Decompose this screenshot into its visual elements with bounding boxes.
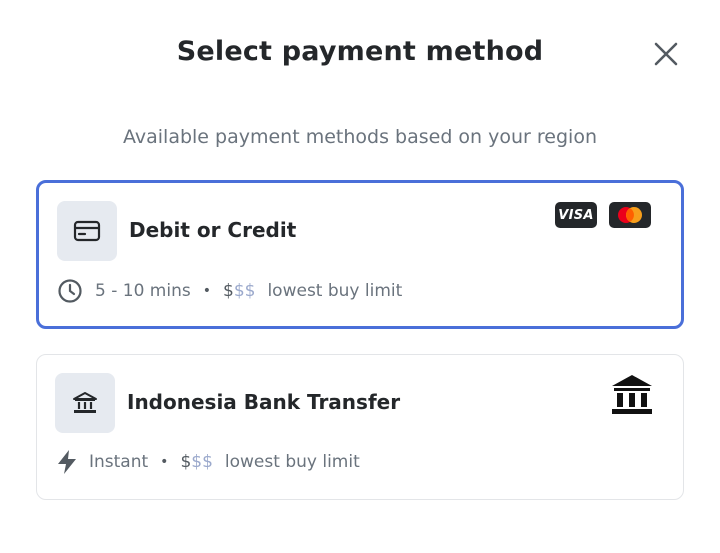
separator-dot: • bbox=[202, 283, 211, 299]
speed-text: 5 - 10 mins bbox=[95, 281, 191, 301]
method-meta: Instant • $ $$ lowest buy limit bbox=[55, 449, 360, 475]
method-meta: 5 - 10 mins • $ $$ lowest buy limit bbox=[57, 278, 402, 304]
price-light: $$ bbox=[191, 452, 213, 472]
close-icon bbox=[654, 42, 678, 66]
lightning-icon bbox=[58, 450, 76, 474]
price-dark: $ bbox=[180, 452, 192, 472]
method-name: Indonesia Bank Transfer bbox=[127, 390, 401, 414]
speed-text: Instant bbox=[89, 452, 149, 472]
payment-method-debit-credit[interactable]: Debit or Credit VISA 5 - 10 mins • $ $$ l… bbox=[36, 180, 684, 329]
separator-dot: • bbox=[160, 454, 169, 470]
price-dark: $ bbox=[222, 281, 234, 301]
limit-text: lowest buy limit bbox=[224, 452, 360, 472]
page-title: Select payment method bbox=[176, 36, 544, 67]
credit-card-icon bbox=[73, 220, 101, 242]
close-button[interactable] bbox=[650, 38, 682, 70]
payment-method-bank-transfer[interactable]: Indonesia Bank Transfer Instant • $ $$ lo… bbox=[36, 354, 684, 500]
price-light: $$ bbox=[233, 281, 256, 301]
limit-text: lowest buy limit bbox=[267, 281, 403, 301]
visa-logo: VISA bbox=[555, 202, 597, 228]
mastercard-logo bbox=[609, 202, 651, 228]
method-icon-tile bbox=[55, 373, 115, 433]
subtitle: Available payment methods based on your … bbox=[123, 126, 597, 148]
method-name: Debit or Credit bbox=[129, 218, 297, 242]
visa-text: VISA bbox=[558, 207, 594, 223]
mastercard-icon bbox=[618, 207, 642, 223]
clock-icon bbox=[58, 279, 82, 303]
bank-icon bbox=[73, 392, 97, 413]
bank-icon bbox=[612, 375, 652, 414]
method-icon-tile bbox=[57, 201, 117, 261]
